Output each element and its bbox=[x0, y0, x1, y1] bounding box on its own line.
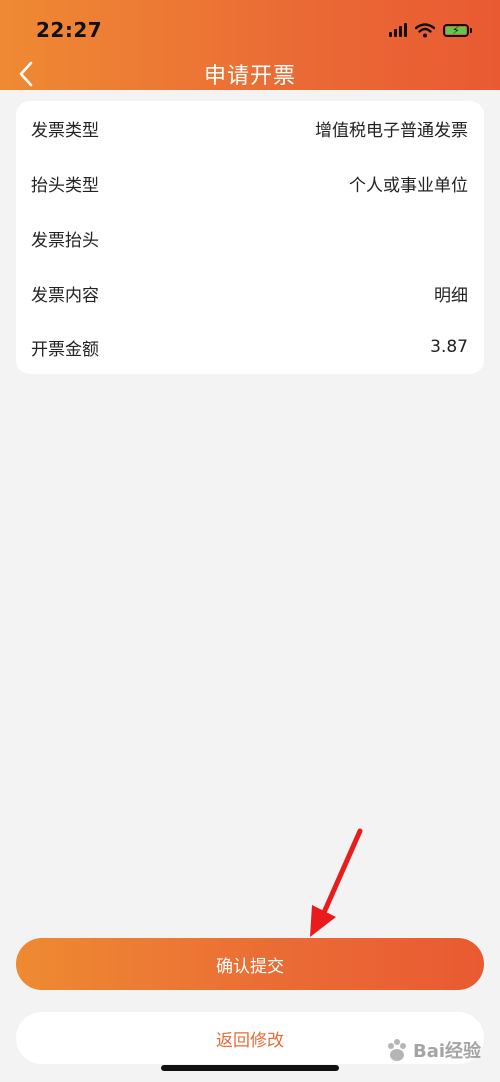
title-type-row[interactable]: 抬头类型 个人或事业单位 bbox=[16, 156, 484, 210]
baidu-jingyan-watermark: Bai经验 bbox=[384, 1032, 492, 1068]
row-label: 发票抬头 bbox=[31, 230, 99, 251]
header-bar: 22:27 ⚡ 申请开票 bbox=[0, 0, 500, 90]
row-value: 增值税电子普通发票 bbox=[315, 120, 468, 141]
row-value: 个人或事业单位 bbox=[349, 175, 468, 196]
paw-logo-icon bbox=[388, 1039, 406, 1061]
annotation-arrow-icon bbox=[310, 828, 363, 937]
row-label: 发票内容 bbox=[31, 285, 99, 306]
watermark-text: Bai经验 bbox=[413, 1041, 482, 1062]
invoice-type-row[interactable]: 发票类型 增值税电子普通发票 bbox=[16, 101, 484, 155]
page-title: 申请开票 bbox=[203, 64, 296, 89]
wifi-icon bbox=[415, 22, 435, 37]
status-time: 22:27 bbox=[36, 18, 103, 42]
battery-charging-icon: ⚡ bbox=[443, 23, 469, 37]
row-value: 明细 bbox=[434, 285, 468, 306]
row-label: 抬头类型 bbox=[31, 175, 99, 196]
invoice-amount-row: 开票金额 3.87 bbox=[16, 320, 484, 374]
row-label: 发票类型 bbox=[31, 120, 99, 141]
signal-icon bbox=[389, 23, 407, 37]
status-icons: ⚡ bbox=[389, 20, 472, 40]
row-label: 开票金额 bbox=[31, 339, 99, 360]
invoice-details-card: 发票类型 增值税电子普通发票 抬头类型 个人或事业单位 发票抬头 发票内容 明细… bbox=[16, 101, 484, 374]
home-indicator[interactable] bbox=[161, 1065, 339, 1071]
invoice-content-row[interactable]: 发票内容 明细 bbox=[16, 266, 484, 320]
confirm-submit-button[interactable]: 确认提交 bbox=[16, 938, 484, 990]
row-value: 3.87 bbox=[430, 337, 468, 357]
invoice-title-row[interactable]: 发票抬头 bbox=[16, 211, 484, 265]
